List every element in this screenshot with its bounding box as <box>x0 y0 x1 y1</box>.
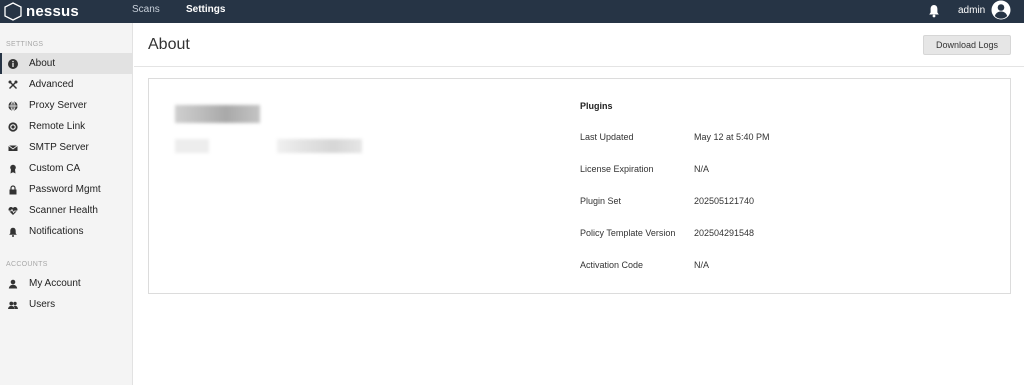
sidebar-item-custom-ca[interactable]: Custom CA <box>0 158 132 179</box>
sidebar-item-scanner-health[interactable]: Scanner Health <box>0 200 132 221</box>
top-navigation-bar: nessus Scans Settings admin <box>0 0 1024 23</box>
settings-section-title: SETTINGS <box>6 41 44 48</box>
sidebar-item-remote-link[interactable]: Remote Link <box>0 116 132 137</box>
title-divider <box>134 66 1024 67</box>
nessus-logo[interactable]: nessus <box>3 2 79 21</box>
globe-icon <box>8 100 18 111</box>
policy-template-version-value: 202504291548 <box>694 228 755 238</box>
envelope-icon <box>8 143 18 153</box>
page-title: About <box>148 36 190 53</box>
activation-code-value: N/A <box>694 260 710 270</box>
redacted-version-label <box>175 139 209 153</box>
user-name[interactable]: admin <box>958 5 985 16</box>
bell-icon <box>8 227 18 237</box>
settings-sidebar: SETTINGS About Advanced Proxy Server Rem… <box>0 23 133 385</box>
sidebar-item-label: Password Mgmt <box>29 184 101 195</box>
accounts-section-title: ACCOUNTS <box>6 261 48 268</box>
sidebar-item-my-account[interactable]: My Account <box>0 273 132 294</box>
plugins-heading: Plugins <box>580 101 613 111</box>
sidebar-item-about[interactable]: About <box>0 53 132 74</box>
last-updated-label: Last Updated <box>580 132 634 142</box>
sidebar-item-label: Advanced <box>29 79 74 90</box>
info-icon <box>8 58 18 69</box>
policy-template-version-label: Policy Template Version <box>580 228 676 238</box>
license-expiration-label: License Expiration <box>580 164 654 174</box>
tools-icon <box>8 80 18 90</box>
sidebar-item-password-mgmt[interactable]: Password Mgmt <box>0 179 132 200</box>
plugin-set-label: Plugin Set <box>580 196 622 206</box>
activation-code-label: Activation Code <box>580 260 644 270</box>
sidebar-item-label: About <box>29 58 56 69</box>
sidebar-item-label: Users <box>29 299 56 310</box>
sidebar-item-notifications[interactable]: Notifications <box>0 221 132 242</box>
sidebar-item-label: Proxy Server <box>29 100 87 111</box>
sidebar-item-smtp-server[interactable]: SMTP Server <box>0 137 132 158</box>
sidebar-item-proxy-server[interactable]: Proxy Server <box>0 95 132 116</box>
users-icon <box>8 300 18 310</box>
redacted-product-name <box>175 105 260 123</box>
plugin-set-value: 202505121740 <box>694 196 755 206</box>
sidebar-item-label: Custom CA <box>29 163 81 174</box>
certificate-icon <box>8 164 18 174</box>
link-icon <box>8 121 18 132</box>
sidebar-item-advanced[interactable]: Advanced <box>0 74 132 95</box>
license-expiration-value: N/A <box>694 164 710 174</box>
nav-settings[interactable]: Settings <box>186 4 225 15</box>
hexagon-logo-icon <box>4 2 22 21</box>
redacted-version-value <box>277 139 362 153</box>
sidebar-item-users[interactable]: Users <box>0 294 132 315</box>
nav-scans[interactable]: Scans <box>132 4 160 15</box>
download-logs-button[interactable]: Download Logs <box>923 35 1011 55</box>
about-card: Plugins Last Updated May 12 at 5:40 PM L… <box>148 78 1011 294</box>
main-content: About Download Logs Plugins Last Updated… <box>134 23 1024 385</box>
bell-icon[interactable] <box>928 4 940 18</box>
last-updated-value: May 12 at 5:40 PM <box>694 132 770 142</box>
heartbeat-icon <box>8 206 18 216</box>
sidebar-item-label: SMTP Server <box>29 142 89 153</box>
logo-text: nessus <box>26 3 79 20</box>
user-avatar-icon[interactable] <box>991 0 1011 20</box>
user-icon <box>8 279 18 289</box>
sidebar-item-label: Scanner Health <box>29 205 98 216</box>
sidebar-item-label: My Account <box>29 278 81 289</box>
lock-icon <box>8 184 18 195</box>
sidebar-item-label: Notifications <box>29 226 84 237</box>
sidebar-item-label: Remote Link <box>29 121 86 132</box>
